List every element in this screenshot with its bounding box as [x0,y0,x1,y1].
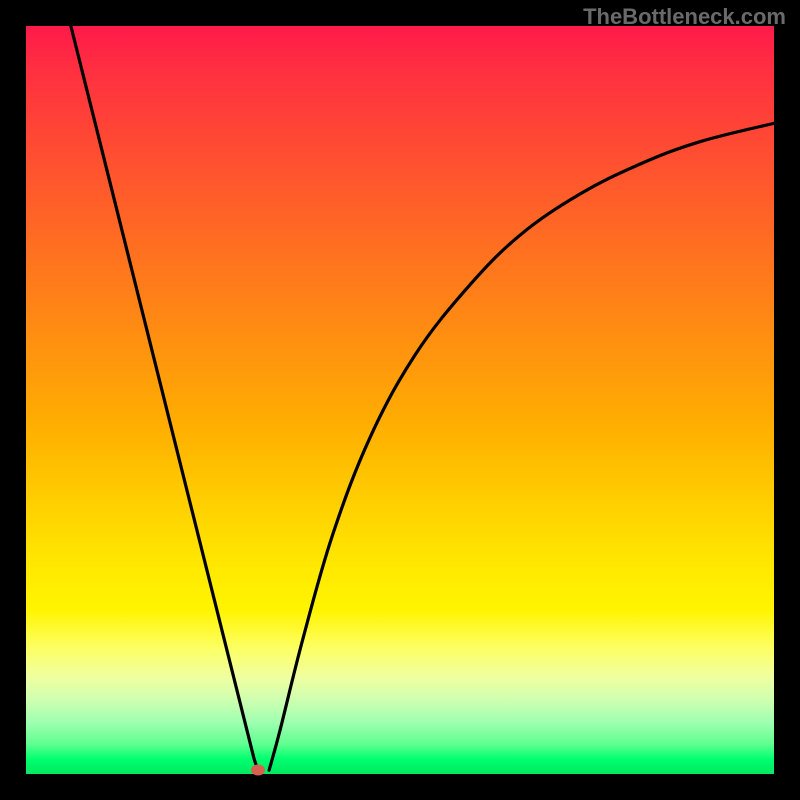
minimum-marker [251,764,265,775]
bottleneck-curve [26,26,774,774]
